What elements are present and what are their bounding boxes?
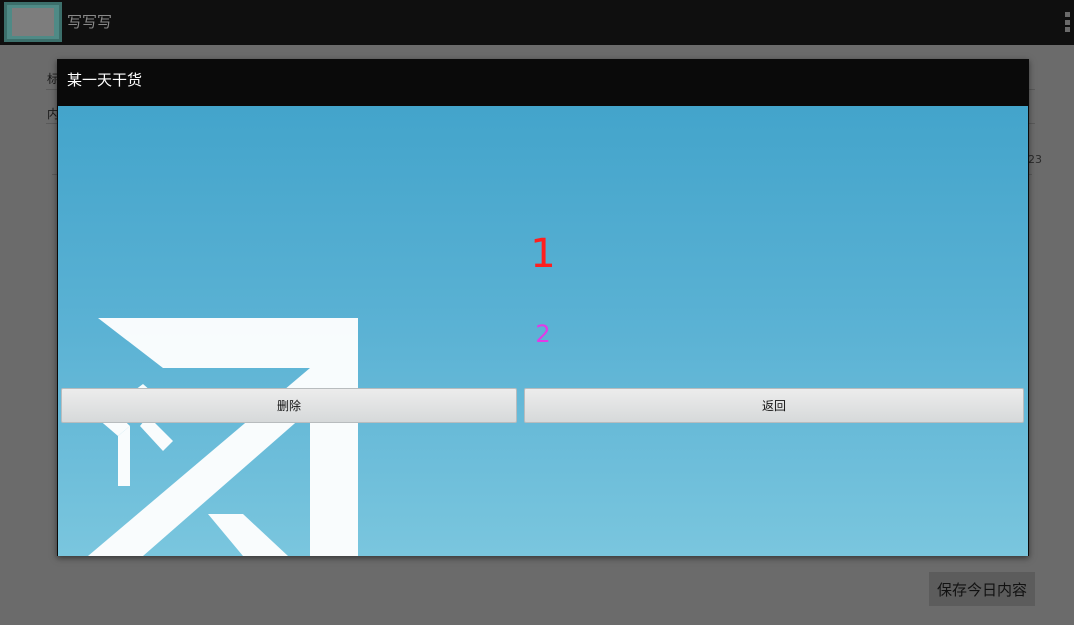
char-count: 23	[1028, 153, 1042, 166]
app-launcher-icon[interactable]	[4, 2, 62, 42]
dialog-title: 某一天干货	[67, 71, 143, 89]
dialog-line-2: 2	[535, 320, 551, 348]
overflow-menu-icon[interactable]	[1064, 12, 1070, 32]
dialog-line-1: 1	[530, 231, 556, 277]
entry-dialog: 某一天干货 1 2 删除 返回	[57, 59, 1029, 556]
app-title: 写写写	[67, 13, 113, 31]
action-bar: 写写写	[0, 0, 1074, 45]
delete-button[interactable]: 删除	[61, 388, 517, 423]
save-today-button[interactable]: 保存今日内容	[929, 572, 1035, 606]
dialog-body: 1 2 删除 返回	[58, 106, 1028, 556]
back-button[interactable]: 返回	[524, 388, 1024, 423]
